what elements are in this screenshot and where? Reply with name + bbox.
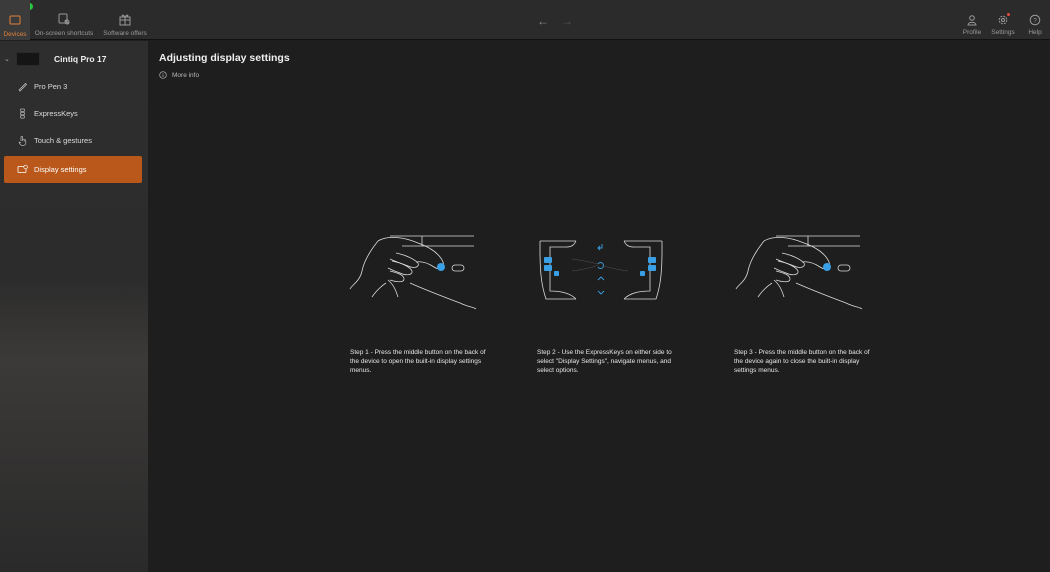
display-settings-icon <box>17 164 28 173</box>
step-2-illustration <box>539 240 663 300</box>
step-1-illustration <box>349 235 477 310</box>
profile-button[interactable]: Profile <box>960 14 984 36</box>
settings-label: Settings <box>991 29 1015 36</box>
back-arrow-icon[interactable]: ← <box>537 14 549 28</box>
tab-shortcuts-label: On-screen shortcuts <box>34 30 94 37</box>
sidebar-item-label: Pro Pen 3 <box>34 82 68 91</box>
tab-devices[interactable]: Devices <box>0 0 30 40</box>
sidebar-item-label: ExpressKeys <box>34 109 78 118</box>
sidebar: ⌄ Cintiq Pro 17 Pro Pen 3 ExpressKeys To… <box>0 41 148 572</box>
notification-dot <box>1007 13 1010 16</box>
device-selector[interactable]: ⌄ Cintiq Pro 17 <box>4 52 106 66</box>
sidebar-item-label: Touch & gestures <box>34 136 92 145</box>
tab-on-screen-shortcuts[interactable]: On-screen shortcuts <box>33 12 95 40</box>
step-2-text: Step 2 - Use the ExpressKeys on either s… <box>537 349 672 374</box>
forward-arrow-icon[interactable]: → <box>561 14 573 28</box>
touch-icon <box>18 135 27 146</box>
info-icon <box>159 71 167 79</box>
sidebar-item-pro-pen[interactable]: Pro Pen 3 <box>4 73 142 100</box>
tab-devices-label: Devices <box>3 31 27 38</box>
chevron-down-icon: ⌄ <box>4 56 10 63</box>
tab-software-offers[interactable]: Software offers <box>102 12 148 40</box>
help-button[interactable]: ? Help <box>1024 14 1046 36</box>
step-1-text: Step 1 - Press the middle button on the … <box>350 349 486 374</box>
title-bar: Devices On-screen shortcuts Software off… <box>0 0 1050 40</box>
user-icon <box>967 15 977 26</box>
device-thumbnail <box>16 52 40 66</box>
sidebar-item-label: Display settings <box>34 165 87 174</box>
expresskeys-icon <box>20 108 25 119</box>
shortcuts-icon <box>58 13 70 25</box>
help-icon: ? <box>1029 14 1041 26</box>
more-info-link[interactable]: More info <box>159 71 199 79</box>
svg-text:?: ? <box>1033 17 1037 24</box>
device-name: Cintiq Pro 17 <box>54 54 107 64</box>
sidebar-item-expresskeys[interactable]: ExpressKeys <box>4 100 142 127</box>
devices-icon <box>9 15 21 25</box>
tab-offers-label: Software offers <box>103 30 147 37</box>
profile-label: Profile <box>962 29 982 36</box>
more-info-label: More info <box>172 71 200 79</box>
history-navigation: ← → <box>537 14 573 28</box>
sidebar-item-touch-gestures[interactable]: Touch & gestures <box>4 127 142 154</box>
main-content: Adjusting display settings More info Ste… <box>148 41 1050 572</box>
step-3-illustration <box>735 235 863 310</box>
help-label: Help <box>1028 29 1042 36</box>
sidebar-item-display-settings[interactable]: Display settings <box>4 156 142 183</box>
gift-icon <box>119 14 131 26</box>
step-3-text: Step 3 - Press the middle button on the … <box>734 349 870 374</box>
page-title: Adjusting display settings <box>159 52 290 64</box>
pen-icon <box>18 82 28 92</box>
settings-button[interactable]: Settings <box>990 13 1016 36</box>
